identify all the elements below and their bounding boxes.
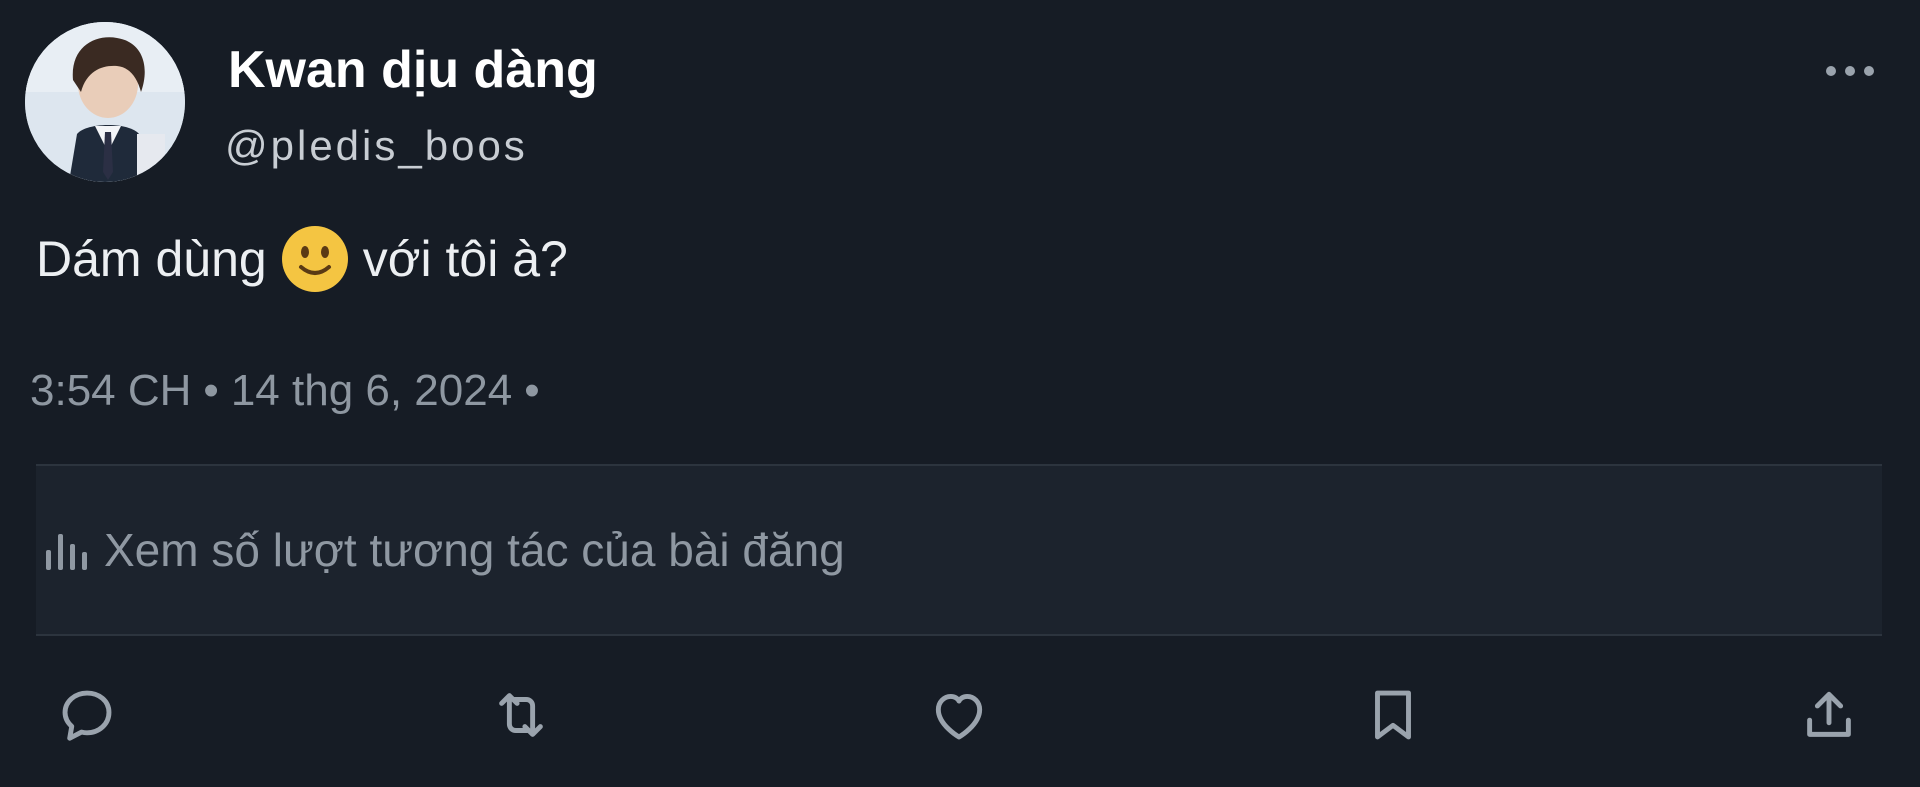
post-timestamp: 3:54 CH • 14 thg 6, 2024 •: [30, 366, 552, 416]
post-text: Dám dùng với tôi à?: [36, 225, 568, 293]
repost-button[interactable]: [486, 680, 556, 750]
meta-separator: •: [203, 366, 219, 415]
engagement-label: Xem số lượt tương tác của bài đăng: [104, 524, 845, 576]
avatar-photo: [25, 22, 185, 182]
slightly-smiling-face-emoji: [281, 225, 349, 293]
reply-button[interactable]: [52, 680, 122, 750]
bookmark-button[interactable]: [1358, 680, 1428, 750]
reply-icon: [62, 690, 112, 741]
meta-separator-trailing: •: [524, 366, 540, 415]
bookmark-icon: [1375, 690, 1411, 740]
author-handle[interactable]: @pledis_boos: [225, 122, 528, 170]
post-date[interactable]: 14 thg 6, 2024: [231, 366, 512, 415]
analytics-bars-icon: [46, 534, 87, 570]
post-text-part-2: với tôi à?: [362, 231, 568, 287]
view-post-engagements-button[interactable]: Xem số lượt tương tác của bài đăng: [36, 464, 1882, 636]
share-icon: [1807, 691, 1851, 737]
post-text-part-1: Dám dùng: [36, 231, 267, 287]
share-button[interactable]: [1794, 680, 1864, 750]
repost-icon: [499, 693, 543, 737]
like-button[interactable]: [924, 680, 994, 750]
more-options-icon: [1826, 66, 1874, 76]
avatar[interactable]: [25, 22, 185, 182]
author-display-name[interactable]: Kwan dịu dàng: [228, 40, 598, 100]
post-time[interactable]: 3:54 CH: [30, 366, 191, 415]
like-icon: [935, 693, 983, 740]
more-options-button[interactable]: [1820, 56, 1880, 86]
